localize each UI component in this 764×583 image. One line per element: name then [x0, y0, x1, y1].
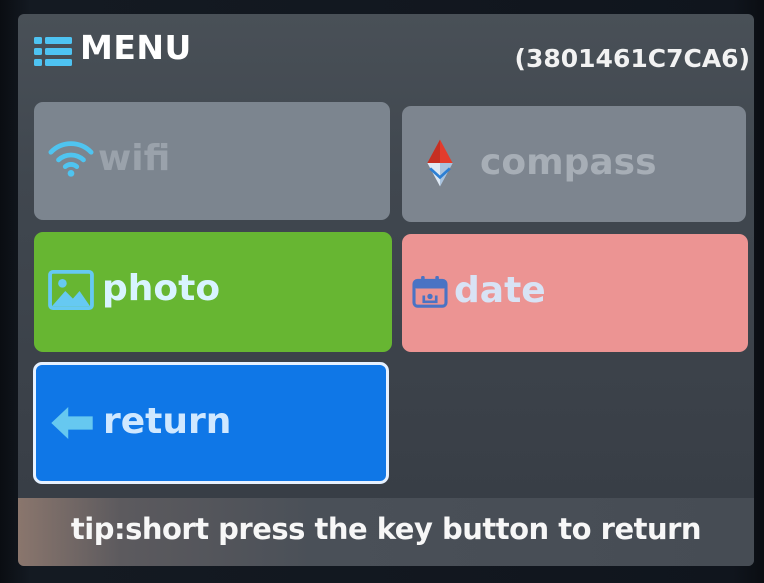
- tip-bar: tip:short press the key button to return: [18, 498, 754, 566]
- compass-icon: [427, 139, 453, 187]
- image-icon: [48, 270, 94, 310]
- menu-header: MENU (3801461C7CA6): [18, 14, 754, 90]
- date-label: date: [454, 270, 546, 311]
- device-screen: MENU (3801461C7CA6) wifi compass photo d…: [18, 14, 754, 566]
- date-button[interactable]: date: [402, 234, 748, 352]
- wifi-button[interactable]: wifi: [34, 102, 390, 220]
- return-label: return: [103, 401, 232, 442]
- page-title: MENU: [80, 28, 192, 67]
- device-id-label: (3801461C7CA6): [514, 44, 750, 73]
- tip-text: tip:short press the key button to return: [70, 512, 702, 546]
- photo-label: photo: [102, 268, 221, 309]
- calendar-icon: [412, 276, 448, 308]
- arrow-left-icon: [51, 407, 93, 439]
- photo-button[interactable]: photo: [34, 232, 392, 352]
- return-button[interactable]: return: [33, 362, 389, 484]
- wifi-label: wifi: [98, 138, 171, 179]
- list-menu-icon: [34, 37, 72, 66]
- compass-label: compass: [480, 142, 657, 183]
- wifi-icon: [48, 141, 94, 177]
- compass-button[interactable]: compass: [402, 106, 746, 222]
